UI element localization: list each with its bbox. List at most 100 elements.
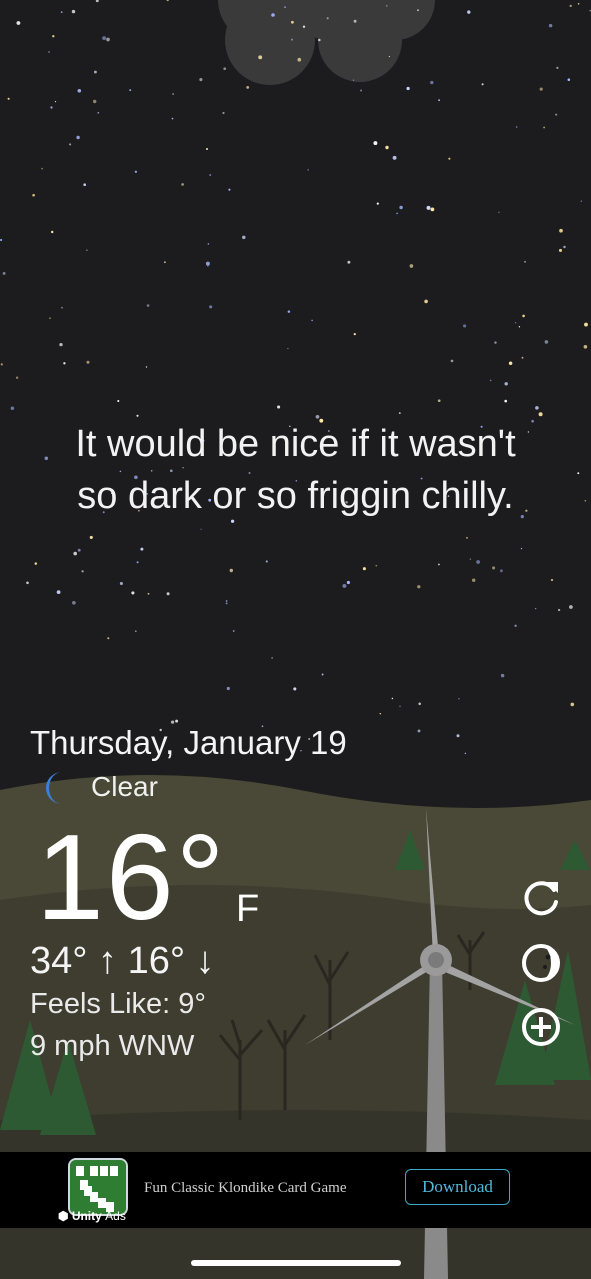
star xyxy=(48,51,50,53)
star xyxy=(555,113,558,116)
star xyxy=(430,207,435,212)
star xyxy=(61,306,63,309)
wind-speed: 9 mph WNW xyxy=(30,1030,195,1062)
star xyxy=(534,607,537,610)
star xyxy=(69,143,72,146)
feels-like: Feels Like: 9° xyxy=(30,988,207,1020)
star xyxy=(73,551,77,556)
star xyxy=(500,673,505,678)
message-line-2: so dark or so friggin chilly. xyxy=(77,475,514,517)
refresh-icon xyxy=(524,881,558,916)
star xyxy=(246,85,250,89)
star xyxy=(417,585,421,589)
star xyxy=(318,38,321,42)
star xyxy=(271,657,273,659)
star xyxy=(500,569,503,573)
star xyxy=(242,235,246,240)
star xyxy=(209,305,213,309)
star xyxy=(106,37,110,42)
star xyxy=(134,170,138,173)
weather-message: It would be nice if it wasn't so dark or… xyxy=(20,418,571,522)
star xyxy=(569,605,573,609)
star xyxy=(437,399,441,403)
star xyxy=(539,87,543,91)
star xyxy=(398,412,401,415)
star xyxy=(147,592,150,595)
star xyxy=(302,25,306,28)
plus-circle-icon xyxy=(522,1008,560,1046)
star xyxy=(577,472,580,475)
star xyxy=(225,600,228,602)
star xyxy=(544,340,549,344)
condition-label: Clear xyxy=(91,771,158,802)
star xyxy=(430,80,434,85)
home-indicator[interactable] xyxy=(191,1260,401,1266)
star xyxy=(391,697,394,700)
star xyxy=(140,547,144,551)
star xyxy=(399,705,401,708)
star xyxy=(399,205,403,210)
refresh-button[interactable] xyxy=(518,876,564,922)
star xyxy=(92,99,97,104)
star xyxy=(56,590,61,594)
star xyxy=(287,347,289,350)
message-line-1: It would be nice if it wasn't xyxy=(75,423,516,465)
solitaire-app-icon[interactable] xyxy=(68,1158,128,1216)
star xyxy=(2,271,6,275)
star xyxy=(145,366,148,368)
star xyxy=(388,55,391,58)
star xyxy=(556,66,559,69)
star xyxy=(577,3,580,5)
add-location-button[interactable] xyxy=(518,1004,564,1050)
star xyxy=(7,97,10,100)
star xyxy=(175,719,179,723)
star xyxy=(353,332,356,336)
star xyxy=(77,89,82,93)
star xyxy=(437,563,440,566)
star xyxy=(172,93,174,95)
star xyxy=(311,319,313,322)
star xyxy=(406,86,410,91)
star xyxy=(205,261,210,266)
star xyxy=(293,687,297,691)
star xyxy=(550,578,554,582)
crescent-moon-icon xyxy=(46,772,62,804)
star xyxy=(265,560,268,563)
star xyxy=(83,183,87,187)
star xyxy=(516,126,518,128)
star xyxy=(277,405,281,409)
star xyxy=(86,360,90,364)
download-button[interactable]: Download xyxy=(405,1169,510,1205)
star xyxy=(583,344,588,349)
star xyxy=(424,299,428,304)
star xyxy=(346,580,350,585)
star xyxy=(163,261,166,264)
star xyxy=(222,111,225,115)
star xyxy=(458,698,460,700)
star xyxy=(199,78,203,82)
star xyxy=(538,412,543,417)
star xyxy=(417,9,419,12)
star xyxy=(136,414,139,417)
star xyxy=(50,230,54,234)
star xyxy=(467,10,471,14)
star xyxy=(347,260,351,264)
moon-phase-button[interactable] xyxy=(518,940,564,986)
star xyxy=(521,356,524,359)
star xyxy=(438,99,441,102)
star xyxy=(102,36,107,41)
night-scene-background xyxy=(0,0,591,1279)
star xyxy=(72,600,76,605)
star xyxy=(342,583,347,588)
star xyxy=(34,562,38,565)
star xyxy=(284,6,286,8)
star xyxy=(360,89,363,92)
star xyxy=(448,157,451,160)
star xyxy=(409,264,414,268)
temperature-unit: F xyxy=(236,888,260,930)
star xyxy=(386,5,388,7)
star xyxy=(548,23,553,28)
star xyxy=(504,399,508,403)
star xyxy=(481,83,484,86)
star xyxy=(375,564,378,567)
